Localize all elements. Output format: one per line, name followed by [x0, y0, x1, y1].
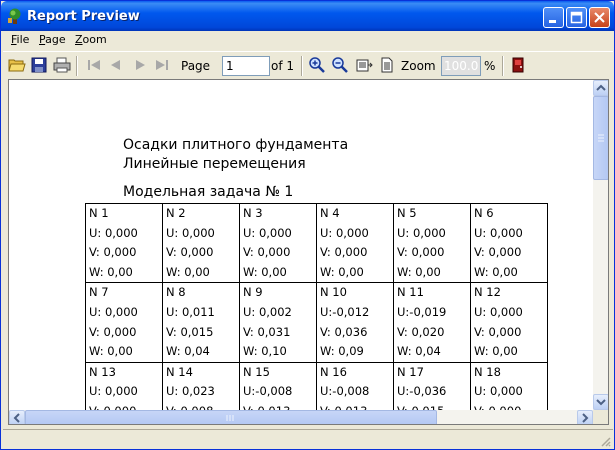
page-label: Page [181, 59, 211, 73]
page-width-icon [356, 59, 373, 72]
menu-file[interactable]: File [11, 33, 29, 46]
page-width-button[interactable] [355, 56, 373, 74]
maximize-icon [570, 11, 583, 24]
toolbar-separator [301, 56, 303, 76]
node-cell: N 8 U: 0,011 V: 0,015 W: 0,04 [162, 282, 240, 363]
minimize-icon [549, 20, 556, 23]
title-bar[interactable]: Report Preview [1, 1, 614, 31]
resize-grip-icon[interactable] [599, 435, 611, 447]
toolbar-separator [76, 56, 78, 76]
report-subtitle: Линейные перемещения [123, 156, 306, 172]
node-cell: N 10 U:-0,012 V: 0,036 W: 0,09 [316, 282, 394, 363]
menu-bar: File Page Zoom [3, 31, 613, 49]
save-icon [31, 57, 47, 73]
percent-label: % [484, 59, 496, 73]
open-button[interactable] [8, 56, 26, 74]
report-preview-window: Report Preview File Page Zoom Page 1 of … [0, 0, 615, 450]
whole-page-icon [381, 57, 393, 73]
close-icon [594, 12, 605, 23]
minimize-button[interactable] [543, 7, 564, 28]
scrollbar-corner [593, 410, 608, 424]
vertical-scrollbar[interactable] [593, 80, 608, 410]
last-page-icon [156, 60, 168, 70]
grip-icon [226, 415, 234, 421]
menu-zoom[interactable]: Zoom [75, 33, 107, 46]
zoom-out-button[interactable] [331, 56, 349, 74]
window-title: Report Preview [27, 9, 140, 24]
status-bar [3, 429, 613, 449]
horizontal-scrollbar[interactable] [9, 410, 593, 424]
node-cell: N 6 U: 0,000 V: 0,000 W: 0,00 [470, 202, 548, 284]
node-cell: N 12 U: 0,000 V: 0,000 W: 0,00 [470, 282, 548, 363]
app-icon [7, 8, 23, 24]
scroll-right-button[interactable] [577, 410, 593, 424]
whole-page-button[interactable] [378, 56, 396, 74]
toolbar: Page of 1 [3, 51, 613, 79]
menu-page[interactable]: Page [39, 33, 66, 46]
next-page-icon [136, 60, 145, 70]
open-folder-icon [8, 59, 26, 72]
zoom-input[interactable] [441, 56, 481, 76]
zoom-in-icon [309, 57, 325, 73]
page-count-label: of 1 [271, 59, 295, 73]
next-page-button[interactable] [131, 56, 149, 74]
last-page-button[interactable] [153, 56, 171, 74]
print-icon [53, 57, 71, 73]
node-cell: N 7 U: 0,000 V: 0,000 W: 0,00 [85, 282, 163, 363]
node-displacement-table: N 1 U: 0,000 V: 0,000 W: 0,00 N 2 U: 0,000 V:… [85, 202, 548, 424]
zoom-out-icon [332, 57, 348, 73]
report-preview-area[interactable]: Осадки плитного фундамента Линейные пере… [8, 79, 609, 425]
table-row: N 7 U: 0,000 V: 0,000 W: 0,00 N 8 U: 0,011 V:… [85, 282, 548, 363]
prev-page-button[interactable] [107, 56, 125, 74]
report-task: Модельная задача № 1 [123, 184, 294, 200]
report-page: Осадки плитного фундамента Линейные пере… [9, 80, 594, 424]
node-cell: N 1 U: 0,000 V: 0,000 W: 0,00 [85, 202, 163, 284]
report-title: Осадки плитного фундамента [123, 137, 349, 153]
table-row: N 1 U: 0,000 V: 0,000 W: 0,00 N 2 U: 0,000 V:… [85, 202, 548, 284]
page-number-input[interactable] [222, 56, 270, 76]
close-button[interactable] [589, 7, 610, 28]
grip-icon [598, 134, 604, 142]
maximize-button[interactable] [566, 7, 587, 28]
node-cell: N 5 U: 0,000 V: 0,000 W: 0,00 [393, 202, 471, 284]
vertical-scroll-thumb[interactable] [593, 96, 608, 180]
first-page-icon [88, 60, 100, 70]
exit-button[interactable] [509, 56, 527, 74]
scroll-left-button[interactable] [9, 410, 25, 424]
node-cell: N 4 U: 0,000 V: 0,000 W: 0,00 [316, 202, 394, 284]
horizontal-scroll-thumb[interactable] [25, 410, 437, 424]
node-cell: N 11 U:-0,019 V: 0,020 W: 0,04 [393, 282, 471, 363]
zoom-in-button[interactable] [308, 56, 326, 74]
node-cell: N 3 U: 0,000 V: 0,000 W: 0,00 [239, 202, 317, 284]
node-cell: N 9 U: 0,002 V: 0,031 W: 0,10 [239, 282, 317, 363]
scroll-up-button[interactable] [593, 80, 608, 96]
chevron-up-icon [596, 84, 606, 91]
chevron-left-icon [13, 413, 20, 423]
chevron-right-icon [582, 413, 589, 423]
zoom-label: Zoom [401, 59, 436, 73]
prev-page-icon [111, 60, 120, 70]
toolbar-separator [502, 56, 504, 76]
scroll-down-button[interactable] [593, 394, 608, 410]
save-button[interactable] [30, 56, 48, 74]
print-button[interactable] [53, 56, 71, 74]
chevron-down-icon [596, 399, 606, 406]
first-page-button[interactable] [85, 56, 103, 74]
exit-icon [512, 57, 524, 73]
node-cell: N 2 U: 0,000 V: 0,000 W: 0,00 [162, 202, 240, 284]
